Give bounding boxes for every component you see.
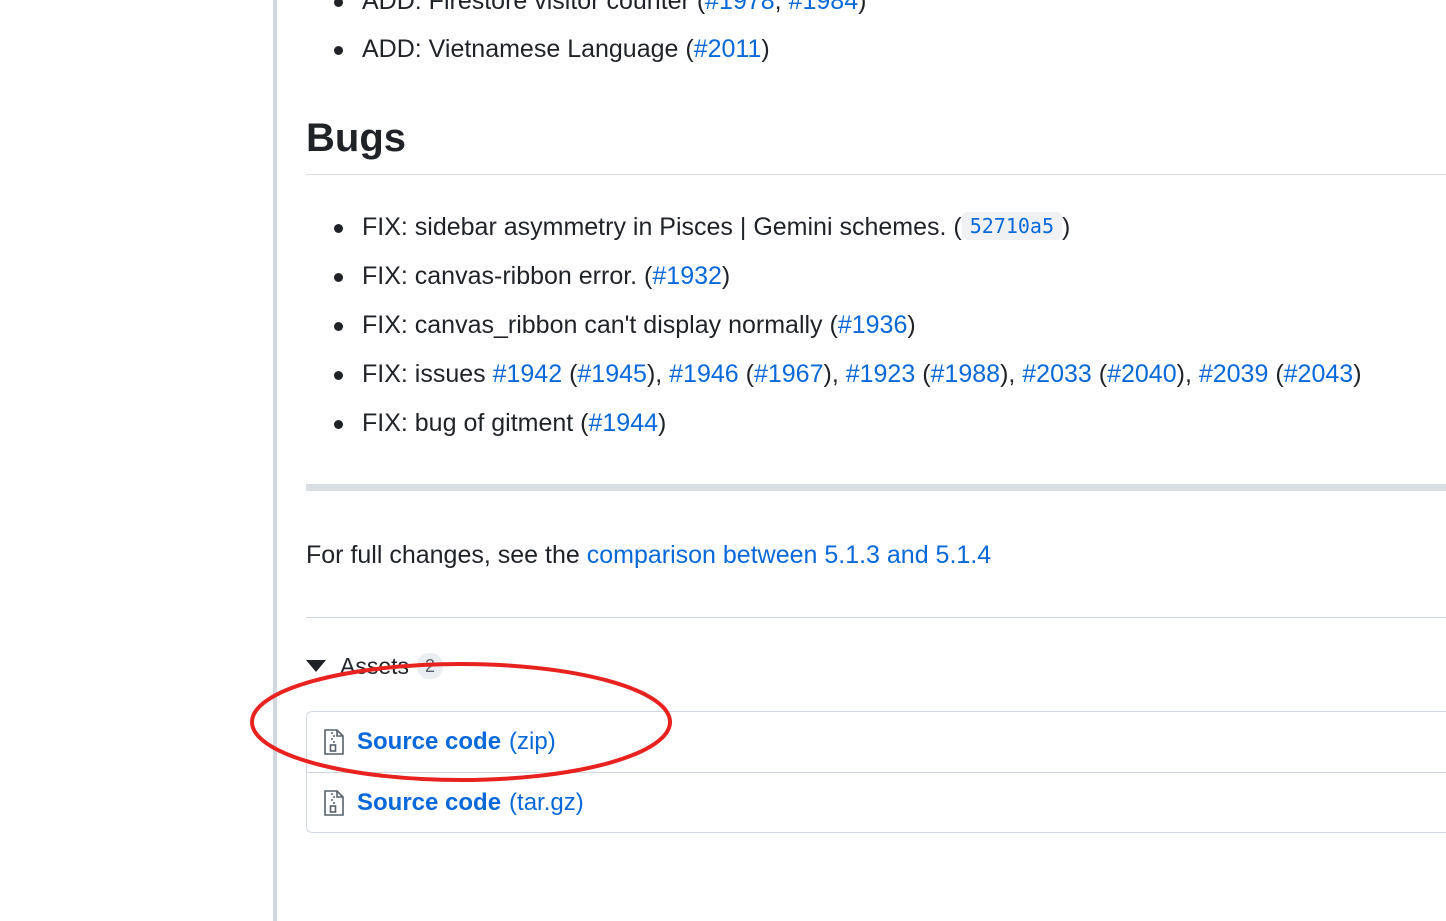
asset-row-zip[interactable]: Source code (zip) — [307, 712, 1446, 771]
issue-link[interactable]: #1945 — [577, 360, 647, 388]
issue-link[interactable]: #1944 — [589, 409, 659, 437]
file-zip-icon — [324, 789, 344, 816]
list-item: ADD: Vietnamese Language (#2011) — [334, 35, 770, 63]
issue-link[interactable]: #1988 — [931, 360, 1001, 388]
issue-link[interactable]: #1946 — [669, 360, 739, 388]
list-item: FIX: bug of gitment (#1944) — [333, 409, 667, 437]
assets-toggle[interactable]: Assets 2 — [306, 650, 444, 682]
left-timeline-rule — [273, 0, 277, 921]
heading-divider — [306, 174, 1446, 175]
list-item: FIX: canvas_ribbon can't display normall… — [334, 311, 916, 339]
asset-row-targz[interactable]: Source code (tar.gz) — [307, 772, 1446, 832]
issue-link[interactable]: #2039 — [1199, 360, 1269, 388]
section-heading-bugs: Bugs — [306, 116, 406, 160]
section-divider — [306, 484, 1446, 491]
assets-count-badge: 2 — [417, 653, 444, 679]
issue-link[interactable]: #2040 — [1107, 360, 1177, 388]
issue-link[interactable]: #2043 — [1284, 360, 1354, 388]
list-item: ADD: Firestore visitor counter (#1978, #… — [333, 0, 866, 16]
full-changes-note: For full changes, see the comparison bet… — [306, 541, 992, 569]
assets-list: Source code (zip) Source code (tar.gz) — [306, 711, 1446, 833]
asset-extension[interactable]: (tar.gz) — [509, 789, 584, 817]
comparison-link[interactable]: comparison between 5.1.3 and 5.1.4 — [587, 541, 991, 569]
issue-link[interactable]: #1984 — [789, 0, 859, 15]
issue-link[interactable]: #1942 — [493, 360, 563, 388]
issue-link[interactable]: #1923 — [846, 360, 916, 388]
assets-divider — [306, 617, 1446, 618]
asset-name-link[interactable]: Source code — [357, 789, 501, 817]
list-item: FIX: sidebar asymmetry in Pisces | Gemin… — [333, 212, 1071, 241]
commit-hash-link[interactable]: 52710a5 — [961, 212, 1063, 240]
assets-label: Assets — [340, 653, 410, 679]
list-item: FIX: issues #1942 (#1945), #1946 (#1967)… — [334, 360, 1362, 388]
issue-link[interactable]: #1936 — [838, 311, 908, 339]
issue-link[interactable]: #2033 — [1022, 360, 1092, 388]
issue-link[interactable]: #2011 — [694, 35, 762, 63]
caret-down-icon — [306, 660, 326, 672]
issue-link[interactable]: #1978 — [705, 0, 775, 15]
issue-link[interactable]: #1967 — [754, 360, 824, 388]
list-item: FIX: canvas-ribbon error. (#1932) — [333, 262, 731, 290]
asset-extension[interactable]: (zip) — [509, 728, 556, 756]
file-zip-icon — [324, 728, 344, 755]
issue-link[interactable]: #1932 — [652, 262, 722, 290]
asset-name-link[interactable]: Source code — [357, 728, 501, 756]
